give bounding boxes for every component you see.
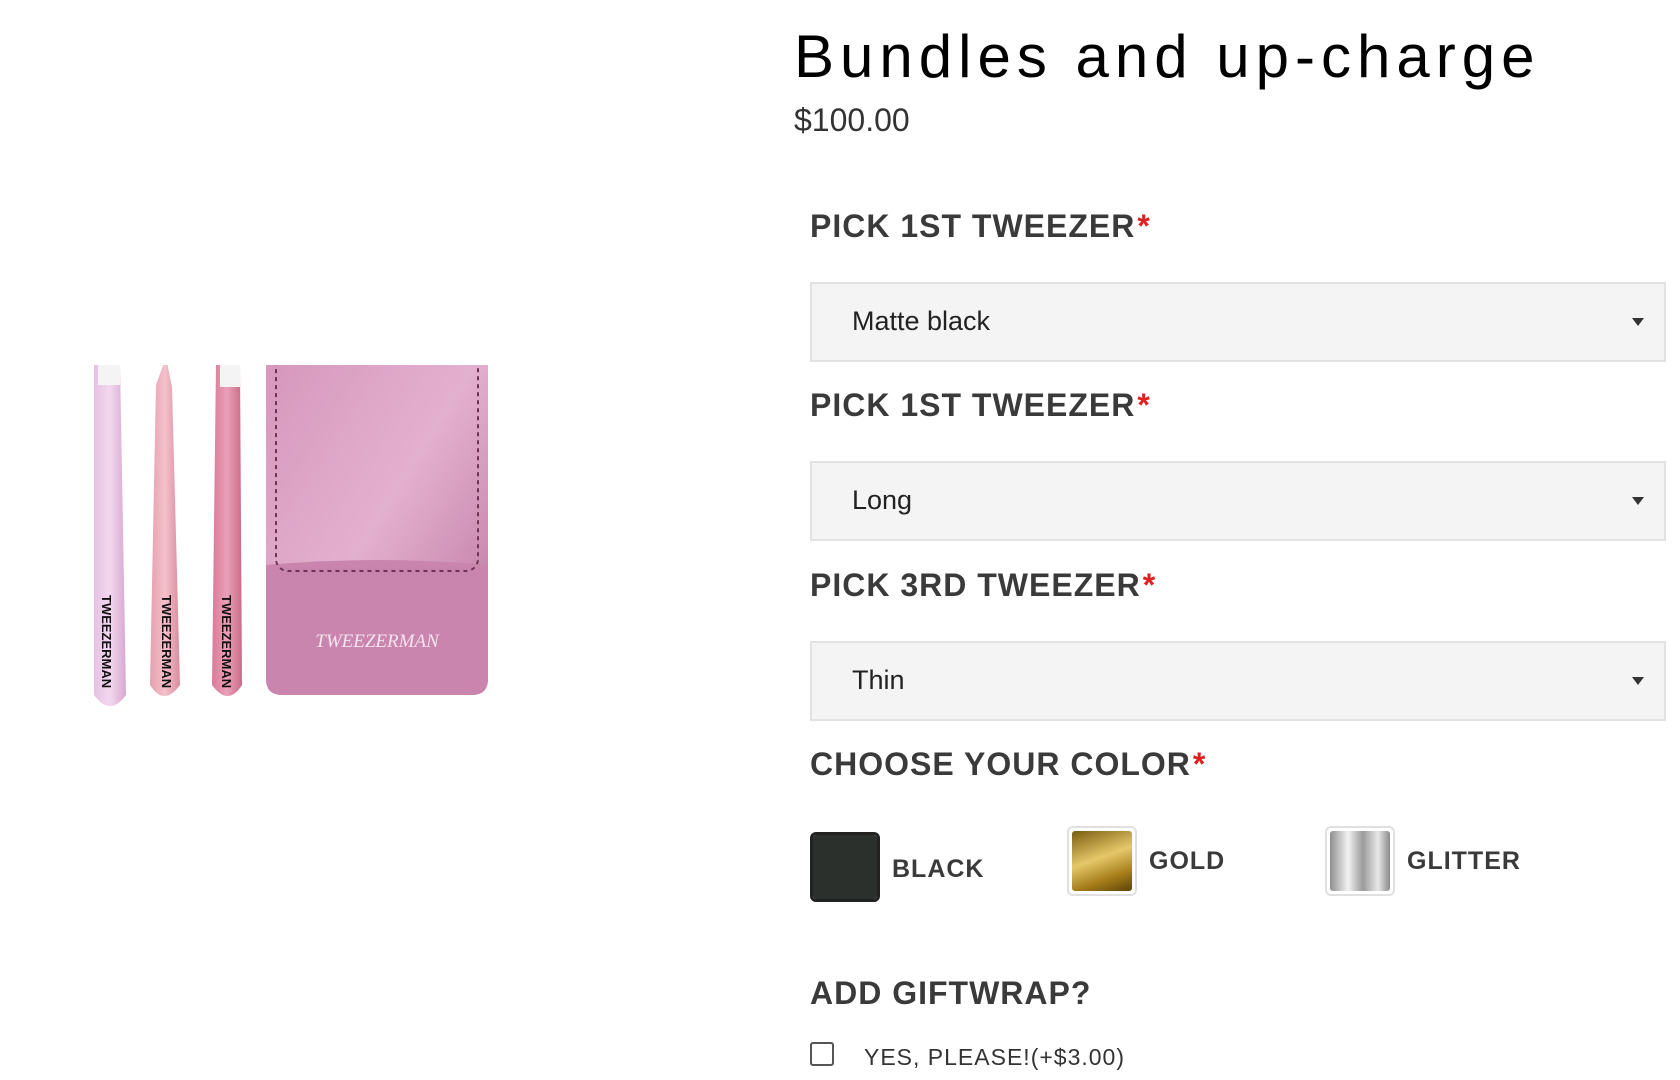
swatch-fill-black <box>813 835 877 899</box>
dropdown-caret-icon <box>1632 497 1644 505</box>
product-info: Bundles and up-charge $100.00 PICK 1ST T… <box>794 0 1680 1080</box>
brand-text-3: TWEEZERMAN <box>219 595 234 688</box>
swatch-chip-black <box>810 832 880 902</box>
color-swatch-glitter[interactable]: GLITTER <box>1325 826 1521 896</box>
brand-text-2: TWEEZERMAN <box>159 595 174 688</box>
dropdown-caret-icon <box>1632 318 1644 326</box>
color-swatch-gold[interactable]: GOLD <box>1067 826 1225 896</box>
swatch-chip-gold <box>1067 826 1137 896</box>
swatch-label-gold: GOLD <box>1149 846 1226 875</box>
option-2-value: Long <box>852 485 913 515</box>
case-brand-text: TWEEZERMAN <box>315 631 440 652</box>
color-swatch-black[interactable]: BLACK <box>810 832 985 902</box>
swatch-chip-glitter <box>1325 826 1395 896</box>
required-asterisk: * <box>1142 567 1157 603</box>
swatch-label-black: BLACK <box>892 854 985 883</box>
giftwrap-checkbox[interactable] <box>810 1042 834 1066</box>
product-price: $100.00 <box>794 102 910 138</box>
swatch-label-glitter: GLITTER <box>1407 846 1521 875</box>
color-picker-label: CHOOSE YOUR COLOR* <box>810 746 1207 782</box>
option-3-value: Thin <box>852 665 905 695</box>
brand-text-1: TWEEZERMAN <box>99 595 114 688</box>
required-asterisk: * <box>1192 746 1207 782</box>
product-image: TWEEZERMAN TWEEZERMAN TWEEZERMAN TWEEZER… <box>80 365 540 755</box>
option-2-select[interactable]: Long <box>810 461 1666 541</box>
option-3-select[interactable]: Thin <box>810 641 1666 721</box>
swatch-fill-glitter <box>1330 831 1390 891</box>
product-title: Bundles and up-charge <box>794 23 1541 90</box>
option-1-label: PICK 1ST TWEEZER* <box>810 208 1151 244</box>
option-1-select[interactable]: Matte black <box>810 282 1666 362</box>
swatch-fill-gold <box>1072 831 1132 891</box>
option-1-value: Matte black <box>852 306 991 336</box>
required-asterisk: * <box>1137 387 1151 423</box>
option-2-label: PICK 1ST TWEEZER* <box>810 387 1151 423</box>
dropdown-caret-icon <box>1632 677 1644 685</box>
giftwrap-option-label[interactable]: YES, PLEASE!(+$3.00) <box>864 1044 1125 1071</box>
option-3-label: PICK 3RD TWEEZER* <box>810 567 1157 603</box>
giftwrap-label: ADD GIFTWRAP? <box>810 975 1092 1011</box>
required-asterisk: * <box>1137 208 1151 244</box>
